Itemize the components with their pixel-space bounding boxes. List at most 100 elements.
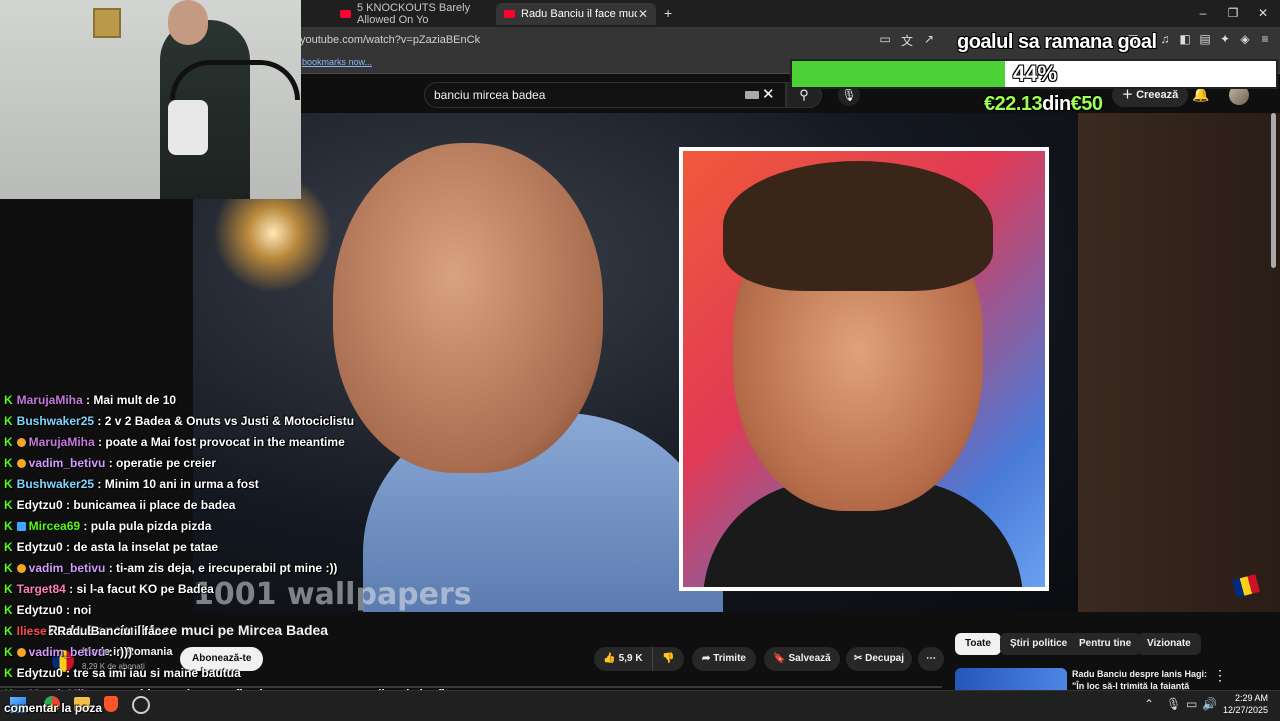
overlay-caption: comentar la poza — [4, 701, 103, 715]
translate-icon[interactable]: 文 — [898, 32, 916, 49]
chat-username[interactable]: Iliese — [17, 624, 47, 638]
chat-text: operatie pe creier — [116, 456, 217, 470]
sidebar-icon[interactable]: ◧ — [1176, 32, 1194, 46]
chip-watched[interactable]: Vizionate — [1137, 633, 1201, 655]
network-icon[interactable]: ▭ — [1186, 697, 1197, 711]
ambient-side — [1078, 113, 1280, 612]
chip-political-news[interactable]: Știri politice — [1000, 633, 1078, 655]
wallet-icon[interactable]: ▤ — [1196, 32, 1214, 46]
chat-username[interactable]: MarujaMiha — [29, 435, 95, 449]
music-icon[interactable]: ♫ — [1156, 32, 1174, 46]
chat-username[interactable]: MarujaMiha — [17, 393, 83, 407]
search-input[interactable]: banciu mircea badea — [434, 88, 545, 102]
like-button[interactable]: 👍 5,9 K — [594, 647, 652, 671]
chat-badge-icon — [16, 648, 26, 658]
kick-icon: K — [4, 561, 13, 575]
chat-text: pula pula pizda pizda — [90, 519, 212, 533]
address-bar[interactable]: youtube.com/watch?v=pZaziaBEnCk — [300, 34, 480, 46]
tab-knockouts[interactable]: 5 KNOCKOUTS Barely Allowed On Yo — [332, 2, 492, 26]
chat-message: K Edytzu0 : noi — [4, 600, 444, 621]
tray-expand-icon[interactable]: ⌃ — [1144, 697, 1154, 711]
close-tab-icon[interactable]: ✕ — [638, 7, 648, 21]
page-scrollbar[interactable] — [1271, 113, 1276, 268]
kick-icon: K — [4, 603, 13, 617]
chat-separator: : — [94, 477, 105, 491]
chat-message: Kvadim_betivu : operatie pe creier — [4, 453, 444, 474]
chat-text: poate a Mai fost provocat in the meantim… — [105, 435, 345, 449]
chat-text: ti-am zis deja, e irecuperabil pt mine :… — [116, 561, 338, 575]
import-bookmarks-link[interactable]: bookmarks now... — [302, 57, 372, 67]
microphone-icon: 🎙 — [841, 88, 857, 102]
chat-separator: : — [94, 414, 105, 428]
volume-icon[interactable]: 🔊 — [1202, 697, 1217, 711]
chat-message: K MarujaMiha : Mai mult de 10 — [4, 390, 444, 411]
windows-taskbar — [0, 690, 1280, 721]
chat-separator: : — [105, 456, 117, 470]
save-button[interactable]: 🔖 Salvează — [764, 647, 840, 671]
menu-icon[interactable]: ≡ — [1256, 32, 1274, 46]
vpn-icon[interactable]: ◈ — [1236, 32, 1254, 46]
new-tab-button[interactable]: + — [664, 5, 672, 21]
kick-icon: K — [4, 498, 13, 512]
close-window-button[interactable]: ✕ — [1248, 6, 1278, 20]
chat-username[interactable]: Edytzu0 — [17, 603, 63, 617]
chat-separator: : — [94, 435, 106, 449]
recommended-title[interactable]: Radu Banciu despre Ianis Hagi: "În loc s… — [1072, 668, 1212, 690]
chat-username[interactable]: Bushwaker25 — [17, 414, 94, 428]
chat-text: tre sa imi iau si maine bautua — [73, 666, 241, 680]
thumbs-up-icon: 👍 — [603, 653, 619, 664]
taskbar-clock[interactable]: 2:29 AM 12/27/2025 — [1222, 692, 1268, 716]
kick-icon: K — [4, 624, 13, 638]
scissors-icon: ✂ — [853, 653, 866, 664]
recommended-more-icon[interactable]: ⋮ — [1213, 667, 1227, 684]
chat-username[interactable]: vadim_betivu — [29, 561, 106, 575]
brave-icon[interactable] — [104, 696, 118, 712]
obs-icon[interactable] — [132, 696, 150, 714]
chat-username[interactable]: Edytzu0 — [17, 498, 63, 512]
more-actions-button[interactable]: ⋯ — [918, 647, 944, 671]
kick-icon: K — [4, 519, 13, 533]
minimize-button[interactable]: – — [1188, 6, 1218, 20]
chat-badge-icon — [16, 564, 26, 574]
kick-icon: K — [4, 456, 13, 470]
cast-icon[interactable]: ▭ — [876, 32, 894, 46]
inset-photo — [679, 147, 1049, 591]
chat-message: K MarujaMiha : poate a Mai fost provocat … — [4, 432, 444, 453]
chat-message: K Mirceа69 : pula pula pizda pizda — [4, 516, 444, 537]
dislike-button[interactable]: 👎 — [652, 647, 684, 671]
chat-message: Kvadim_betivu : ti-am zis deja, e irecup… — [4, 558, 444, 579]
stream-chat: K MarujaMiha : Mai mult de 10 K Bushwaker25… — [4, 390, 445, 705]
chat-text: bunicamea ii place de badea — [73, 498, 236, 512]
ai-icon[interactable]: ✦ — [1216, 32, 1234, 46]
clip-button[interactable]: ✂ Decupaj — [846, 647, 912, 671]
chip-all[interactable]: Toate — [955, 633, 1001, 655]
tab-radu-banciu[interactable]: Radu Banciu il face muci pe Mirc ✕ — [496, 3, 656, 25]
tray-mic-icon[interactable]: 🎙 — [1166, 697, 1181, 711]
chat-username[interactable]: Bushwaker25 — [17, 477, 94, 491]
keyboard-icon[interactable] — [745, 91, 759, 99]
chat-username[interactable]: vadim_betivu — [29, 645, 106, 659]
clear-search-icon[interactable]: ✕ — [762, 85, 775, 103]
chat-username[interactable]: vadim_betivu — [29, 456, 106, 470]
chat-message: K Bushwaker25 : Minim 10 ani in urma a fo… — [4, 474, 444, 495]
chat-separator: : — [62, 666, 74, 680]
kick-icon: K — [4, 477, 13, 491]
chat-username[interactable]: Mirceа69 — [29, 519, 80, 533]
chat-separator: : — [82, 393, 94, 407]
chat-separator: : — [62, 498, 74, 512]
share-icon[interactable]: ↗ — [920, 32, 938, 46]
chat-username[interactable]: Target84 — [17, 582, 66, 596]
maximize-button[interactable]: ❐ — [1218, 6, 1248, 20]
chat-badge-icon — [16, 438, 26, 448]
share-arrow-icon: ➦ — [702, 653, 714, 664]
chip-for-you[interactable]: Pentru tine — [1069, 633, 1142, 655]
chat-badge-icon — [16, 522, 26, 532]
chat-username[interactable]: Edytzu0 — [17, 666, 63, 680]
chat-message: K Edytzu0 : de asta la inselat pe tatae — [4, 537, 444, 558]
chat-username[interactable]: Edytzu0 — [17, 540, 63, 554]
inset-hair — [723, 161, 993, 291]
share-button[interactable]: ➦ Trimite — [692, 647, 756, 671]
youtube-icon — [504, 10, 515, 18]
youtube-icon — [340, 10, 351, 18]
kick-icon: K — [4, 435, 13, 449]
